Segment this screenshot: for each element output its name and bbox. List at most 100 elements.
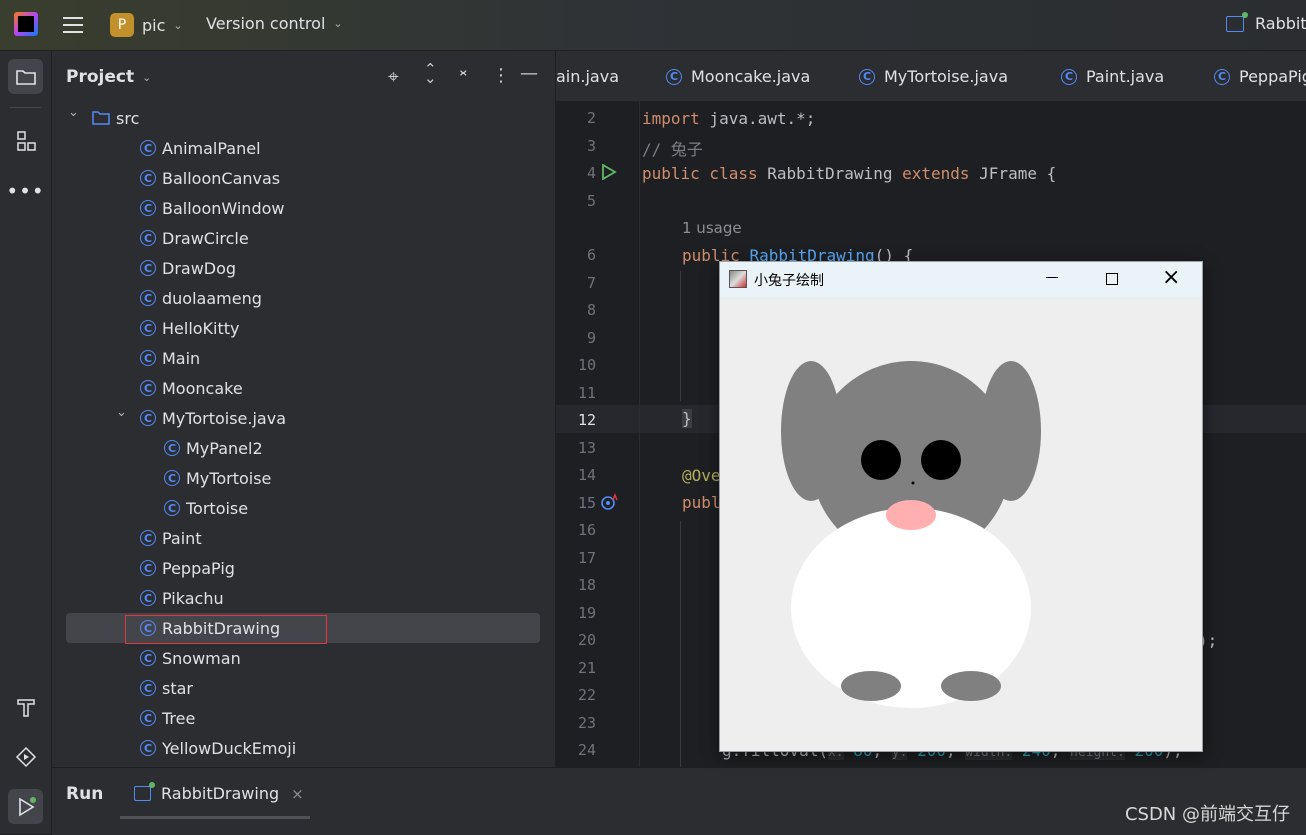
tree-item[interactable]: C YellowDuckEmoji <box>140 733 296 763</box>
line-number[interactable]: 14 <box>556 466 596 484</box>
chevron-down-icon[interactable]: ⌄ <box>68 105 79 120</box>
run-tool-button[interactable] <box>8 789 43 824</box>
tree-item[interactable]: C DrawCircle <box>140 223 249 253</box>
tree-item[interactable]: ⌄ src <box>68 103 139 133</box>
separator <box>10 107 41 108</box>
tree-item[interactable]: C BalloonCanvas <box>140 163 280 193</box>
usage-hint[interactable]: 1 usage <box>682 219 742 237</box>
code-line-12[interactable]: } <box>682 409 692 428</box>
tree-item[interactable]: C Tree <box>140 703 195 733</box>
title-bar: P pic ⌄ Version control ⌄ RabbitD <box>0 0 1306 51</box>
intellij-logo-icon[interactable] <box>14 12 38 36</box>
line-number[interactable]: 19 <box>556 604 596 622</box>
tree-item[interactable]: C DrawDog <box>140 253 236 283</box>
line-number[interactable]: 5 <box>556 192 596 210</box>
project-switcher[interactable]: P pic ⌄ <box>110 12 183 38</box>
hide-panel-icon[interactable]: — <box>520 63 538 84</box>
chevron-down-icon[interactable]: ⌄ <box>116 405 127 420</box>
line-number[interactable]: 3 <box>556 137 596 155</box>
structure-tool-button[interactable] <box>8 123 43 158</box>
line-number[interactable]: 17 <box>556 549 596 567</box>
locate-file-icon[interactable]: ⌖ <box>388 66 399 88</box>
rabbit-app-window[interactable]: 小兔子绘制 × <box>719 261 1203 752</box>
folder-icon <box>92 110 110 126</box>
maximize-icon[interactable] <box>1106 273 1118 285</box>
line-number[interactable]: 21 <box>556 659 596 677</box>
project-view-selector[interactable]: Project ⌄ <box>66 67 151 87</box>
line-number[interactable]: 8 <box>556 301 596 319</box>
code-line-3[interactable]: // 兔子 <box>642 136 703 160</box>
tab-mooncake[interactable]: C Mooncake.java <box>666 67 810 86</box>
window-title-bar[interactable]: 小兔子绘制 × <box>720 262 1202 297</box>
indent-guide <box>680 271 681 401</box>
collapse-all-icon[interactable]: ⌄ ⌃ <box>457 62 470 86</box>
run-tab-label: RabbitDrawing <box>161 784 280 803</box>
chevron-down-icon: ⌄ <box>173 18 183 32</box>
tree-item[interactable]: ⌄ C MyTortoise.java <box>116 403 286 433</box>
tab-label: Paint.java <box>1086 67 1165 86</box>
class-icon: C <box>140 170 156 186</box>
code-token: extends <box>902 164 970 183</box>
tree-item-label: Tree <box>162 708 196 728</box>
line-number[interactable]: 20 <box>556 631 596 649</box>
expand-all-icon[interactable]: ⌃ ⌄ <box>424 62 437 86</box>
more-tools-button[interactable]: ••• <box>6 173 45 208</box>
line-number[interactable]: 11 <box>556 384 596 402</box>
code-token: RabbitDrawing <box>757 164 903 183</box>
tree-item[interactable]: Cstar <box>140 673 193 703</box>
tree-item[interactable]: C RabbitDrawing <box>140 613 280 643</box>
line-number[interactable]: 18 <box>556 576 596 594</box>
project-tool-button[interactable] <box>8 59 43 94</box>
line-number[interactable]: 15 <box>556 494 596 512</box>
project-badge: P <box>110 13 134 37</box>
override-gutter-icon[interactable] <box>600 493 618 511</box>
tree-item[interactable]: C AnimalPanel <box>140 133 261 163</box>
tree-item[interactable]: C BalloonWindow <box>140 193 284 223</box>
run-configuration-selector[interactable]: RabbitD <box>1226 11 1306 33</box>
close-icon[interactable]: × <box>291 785 304 803</box>
more-icon: ••• <box>6 178 45 203</box>
tree-item[interactable]: C Paint <box>140 523 202 553</box>
line-number[interactable]: 10 <box>556 356 596 374</box>
line-number[interactable]: 4 <box>556 164 596 182</box>
tree-item[interactable]: Cduolaameng <box>140 283 262 313</box>
tab-mytortoise[interactable]: C MyTortoise.java <box>859 67 1008 86</box>
tree-item[interactable]: C Mooncake <box>140 373 243 403</box>
line-number[interactable]: 13 <box>556 439 596 457</box>
build-tool-button[interactable] <box>8 689 43 724</box>
version-control-menu[interactable]: Version control ⌄ <box>206 14 343 33</box>
code-line-4[interactable]: public class RabbitDrawing extends JFram… <box>642 164 1056 183</box>
tree-item[interactable]: C PeppaPig <box>140 553 235 583</box>
run-tab-rabbitdrawing[interactable]: RabbitDrawing × <box>134 782 304 803</box>
code-line-2[interactable]: import java.awt.*; <box>642 109 815 128</box>
class-icon: C <box>164 470 180 486</box>
line-number[interactable]: 23 <box>556 714 596 732</box>
main-menu-icon[interactable] <box>63 15 83 33</box>
line-number[interactable]: 24 <box>556 741 596 759</box>
tab-paint[interactable]: C Paint.java <box>1061 67 1164 86</box>
tree-item[interactable]: C MyTortoise <box>164 463 271 493</box>
tree-item[interactable]: C Main <box>140 343 200 373</box>
run-gutter-icon[interactable] <box>601 164 617 180</box>
options-menu-icon[interactable]: ⋮ <box>492 65 510 86</box>
tree-item[interactable]: C Pikachu <box>140 583 224 613</box>
line-number[interactable]: 2 <box>556 109 596 127</box>
code-line-15[interactable]: publ <box>682 493 721 512</box>
tab-peppapig[interactable]: C PeppaPig <box>1214 67 1306 86</box>
code-line-14[interactable]: @Ove <box>682 466 721 485</box>
minimize-icon[interactable] <box>1046 277 1058 278</box>
line-number[interactable]: 12 <box>556 411 596 429</box>
tree-item[interactable]: C MyPanel2 <box>164 433 263 463</box>
tree-item[interactable]: C Tortoise <box>164 493 248 523</box>
tab-main[interactable]: ain.java <box>556 67 619 86</box>
line-number[interactable]: 16 <box>556 521 596 539</box>
line-number[interactable]: 6 <box>556 246 596 264</box>
tree-item[interactable]: C Snowman <box>140 643 241 673</box>
services-tool-button[interactable] <box>8 739 43 774</box>
code-token: public class <box>642 164 758 183</box>
line-number[interactable]: 22 <box>556 686 596 704</box>
line-number[interactable]: 9 <box>556 329 596 347</box>
close-icon[interactable]: × <box>1162 265 1180 290</box>
tree-item[interactable]: C HelloKitty <box>140 313 240 343</box>
line-number[interactable]: 7 <box>556 274 596 292</box>
